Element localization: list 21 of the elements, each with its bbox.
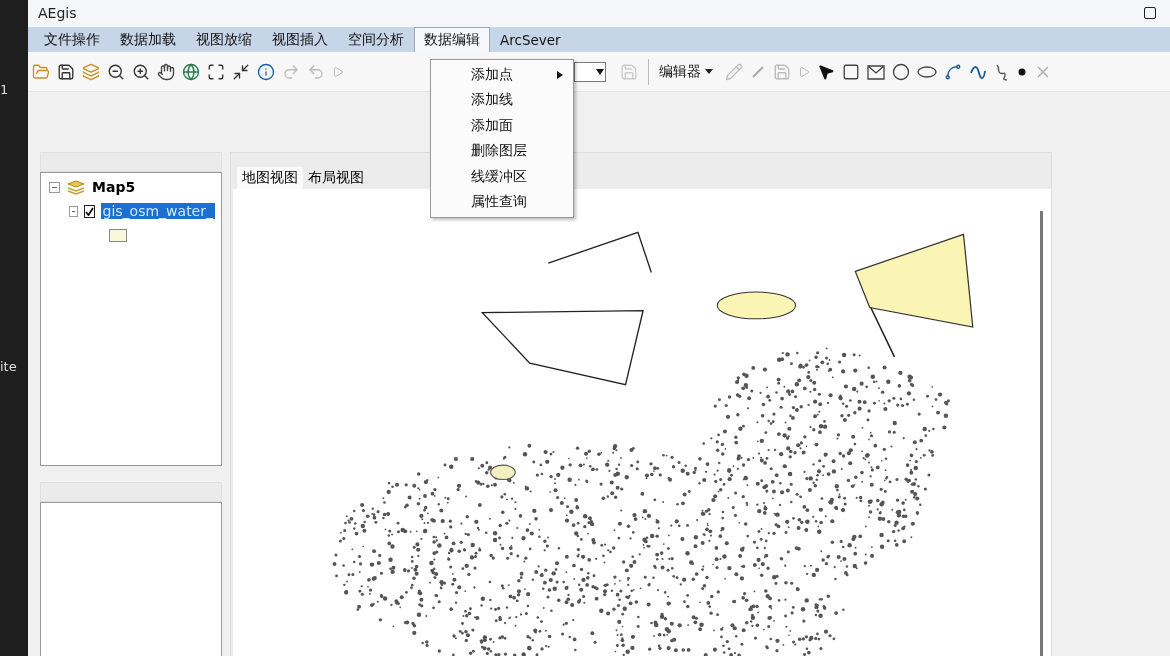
menu-item[interactable]: 视图插入 xyxy=(262,26,338,52)
menu-item[interactable]: 线缓冲区 xyxy=(431,164,573,190)
view-tab[interactable]: 地图视图 xyxy=(237,167,303,190)
menu-item[interactable]: ArcSever xyxy=(490,26,571,52)
desktop-text: 1 xyxy=(0,82,9,97)
menu-item[interactable]: 添加点 xyxy=(431,62,573,88)
layer-label[interactable]: gis_osm_water_ xyxy=(100,203,215,220)
view-tab[interactable]: 布局视图 xyxy=(303,167,369,190)
menu-item[interactable]: 添加面 xyxy=(431,113,573,139)
menu-item[interactable]: 数据编辑 xyxy=(414,26,490,52)
menu-item[interactable]: 添加线 xyxy=(431,87,573,113)
menu-item[interactable]: 文件操作 xyxy=(34,26,110,52)
menu-item[interactable]: 属性查询 xyxy=(431,189,573,215)
menu-item[interactable]: 空间分析 xyxy=(338,26,414,52)
map-label[interactable]: Map5 xyxy=(92,179,136,196)
menu-item[interactable]: 数据加载 xyxy=(110,26,186,52)
menu-item[interactable]: 视图放缩 xyxy=(186,26,262,52)
menu-item[interactable]: 删除图层 xyxy=(431,138,573,164)
window-title: AEgis xyxy=(38,5,77,22)
editor-label[interactable]: 编辑器 xyxy=(659,62,701,81)
desktop-text: ite xyxy=(0,359,17,374)
